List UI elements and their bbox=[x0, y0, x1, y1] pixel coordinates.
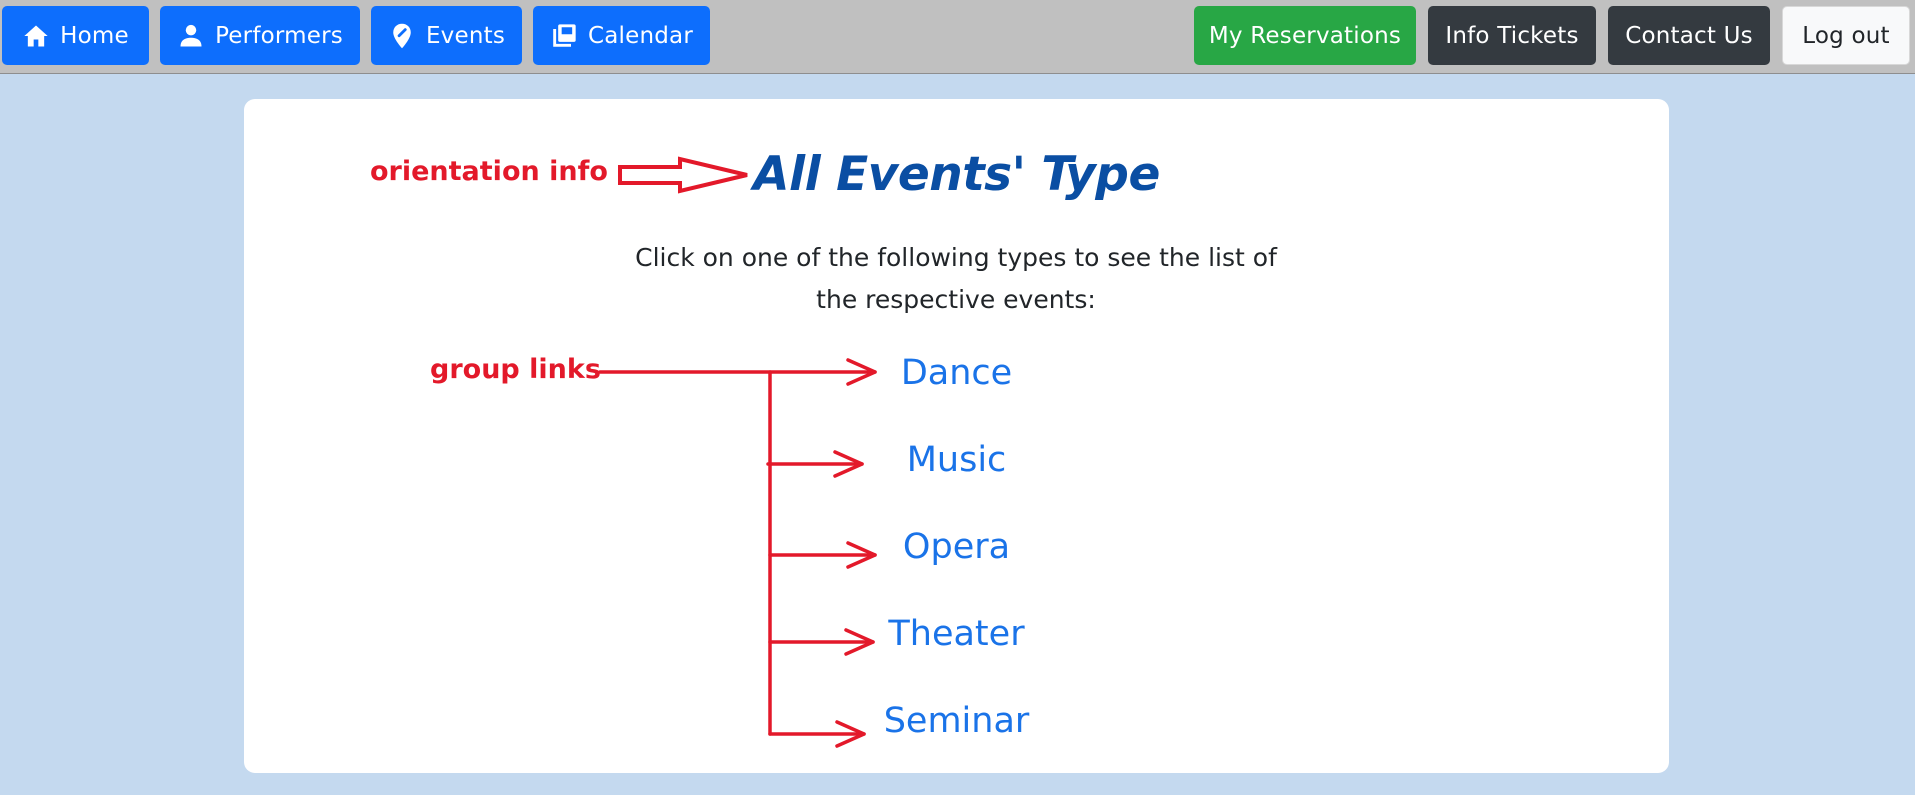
events-button-label: Events bbox=[425, 22, 506, 49]
calendar-button[interactable]: Calendar bbox=[533, 6, 710, 65]
my-reservations-button[interactable]: My Reservations bbox=[1194, 6, 1416, 65]
page-title: All Events' Type bbox=[753, 147, 1160, 202]
type-link-seminar[interactable]: Seminar bbox=[244, 701, 1669, 741]
top-navbar: Home Performers Events Calendar My Reser… bbox=[0, 0, 1915, 74]
map-pin-icon bbox=[393, 23, 411, 48]
person-icon bbox=[180, 24, 202, 46]
calendar-button-label: Calendar bbox=[587, 22, 694, 49]
home-icon bbox=[24, 25, 48, 46]
contact-us-button[interactable]: Contact Us bbox=[1608, 6, 1770, 65]
type-link-theater[interactable]: Theater bbox=[244, 614, 1669, 654]
info-tickets-label: Info Tickets bbox=[1445, 22, 1579, 49]
performers-button-label: Performers bbox=[215, 22, 343, 49]
info-tickets-button[interactable]: Info Tickets bbox=[1428, 6, 1596, 65]
content-card: All Events' Type Click on one of the fol… bbox=[244, 99, 1669, 773]
intro-line-1: Click on one of the following types to s… bbox=[635, 243, 1277, 272]
stacked-pages-icon bbox=[553, 23, 576, 47]
contact-us-label: Contact Us bbox=[1625, 22, 1753, 49]
home-button-label: Home bbox=[60, 22, 129, 49]
type-link-opera[interactable]: Opera bbox=[244, 527, 1669, 567]
intro-text: Click on one of the following types to s… bbox=[606, 237, 1306, 321]
intro-line-2: the respective events: bbox=[816, 285, 1096, 314]
log-out-label: Log out bbox=[1802, 22, 1890, 49]
type-link-dance[interactable]: Dance bbox=[244, 353, 1669, 393]
home-button[interactable]: Home bbox=[2, 6, 149, 65]
type-link-music[interactable]: Music bbox=[244, 440, 1669, 480]
events-button[interactable]: Events bbox=[371, 6, 522, 65]
log-out-button[interactable]: Log out bbox=[1782, 6, 1910, 65]
my-reservations-label: My Reservations bbox=[1208, 22, 1402, 49]
performers-button[interactable]: Performers bbox=[160, 6, 360, 65]
